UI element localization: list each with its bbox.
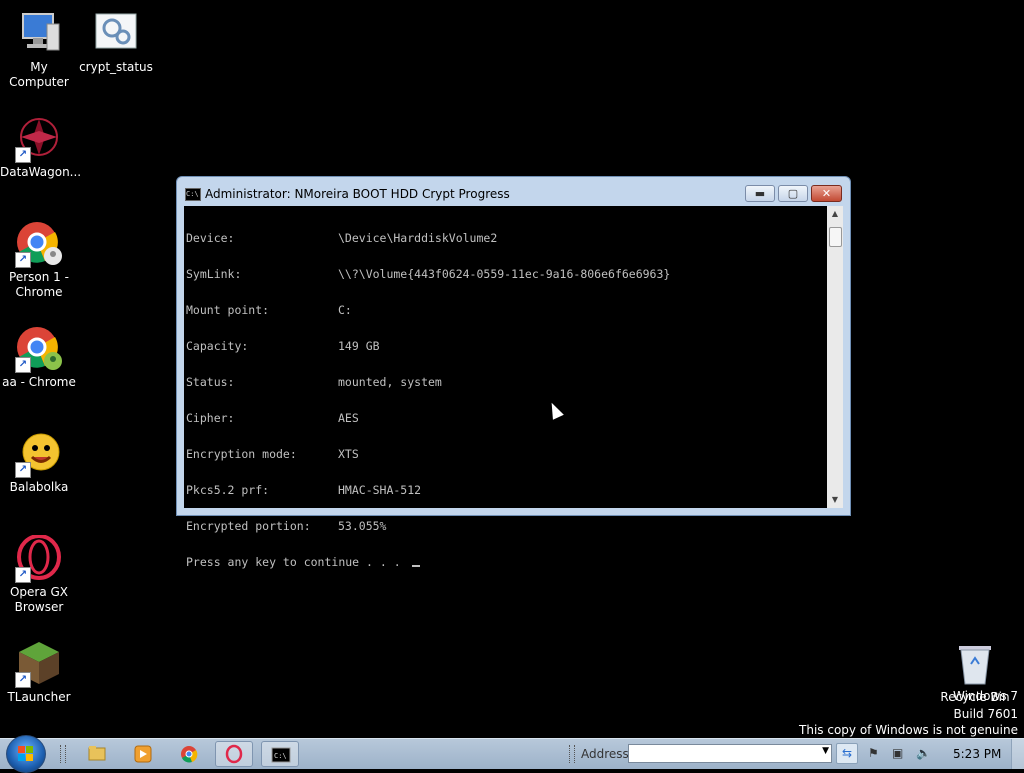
balabolka-icon: ↗ — [15, 430, 63, 478]
console-window: C:\ Administrator: NMoreira BOOT HDD Cry… — [176, 176, 851, 568]
console-prompt: Press any key to continue . . . — [186, 556, 827, 568]
chrome-icon: ↗ — [15, 325, 63, 373]
desktop-icon-label: aa - Chrome — [2, 375, 76, 389]
desktop-icon-aa-chrome[interactable]: ↗ aa - Chrome — [0, 325, 78, 390]
network-icon[interactable]: ▣ — [892, 746, 903, 760]
minimize-button[interactable]: ▬ — [745, 185, 775, 202]
maximize-button[interactable]: ▢ — [778, 185, 808, 202]
desktop-icon-label: Balabolka — [9, 480, 69, 494]
window-title: Administrator: NMoreira BOOT HDD Crypt P… — [205, 187, 510, 201]
scroll-up-arrow-icon[interactable]: ▲ — [827, 206, 843, 222]
address-input[interactable]: ▼ — [628, 744, 832, 763]
shortcut-arrow-icon: ↗ — [15, 357, 31, 373]
taskbar-grip[interactable] — [569, 745, 575, 763]
console-row: Encrypted portion: 53.055% — [186, 519, 387, 533]
shortcut-arrow-icon: ↗ — [15, 462, 31, 478]
svg-text:C:\: C:\ — [274, 752, 287, 760]
desktop-icon-datawagon[interactable]: ↗ DataWagon... — [0, 115, 82, 180]
scroll-down-arrow-icon[interactable]: ▼ — [827, 492, 843, 508]
console-row: Cipher: AES — [186, 411, 359, 425]
taskbar-media-player[interactable] — [124, 741, 162, 767]
clock[interactable]: 5:23 PM — [953, 747, 1001, 761]
watermark-edition: Windows 7 — [952, 689, 1018, 703]
close-icon: ✕ — [821, 187, 832, 200]
taskbar-explorer[interactable] — [77, 741, 115, 767]
shortcut-arrow-icon: ↗ — [15, 567, 31, 583]
address-label: Address — [581, 747, 629, 761]
console-output[interactable]: Device: \Device\HarddiskVolume2 SymLink: \… — [184, 206, 827, 568]
close-button[interactable]: ✕ — [811, 185, 842, 202]
console-row: SymLink: \\?\Volume{443f0624-0559-11ec-9a… — [186, 267, 671, 281]
taskbar-grip[interactable] — [60, 745, 66, 763]
maximize-icon: ▢ — [787, 187, 799, 200]
desktop-icon-label: My Computer — [9, 60, 69, 89]
desktop-icon-crypt-status[interactable]: crypt_status — [77, 10, 155, 75]
opera-gx-icon — [225, 744, 243, 764]
console-row: Capacity: 149 GB — [186, 339, 380, 353]
desktop-icon-label: DataWagon... — [0, 165, 82, 179]
desktop-icon-person1-chrome[interactable]: ↗ Person 1 - Chrome — [0, 220, 78, 300]
taskbar: C:\ Address ▼ ⇆ ⚑ ▣ 🔈 5:23 PM — [0, 735, 1024, 773]
taskbar-chrome[interactable] — [170, 741, 208, 767]
desktop-icon-label: Opera GX Browser — [9, 585, 69, 614]
computer-icon — [15, 10, 63, 58]
cmd-icon: C:\ — [185, 188, 201, 201]
desktop-icon-balabolka[interactable]: ↗ Balabolka — [0, 430, 78, 495]
opera-gx-icon: ↗ — [15, 534, 63, 583]
datawagon-icon: ↗ — [15, 115, 63, 163]
address-go-button[interactable]: ⇆ — [836, 743, 858, 764]
scroll-thumb[interactable] — [829, 227, 842, 247]
window-titlebar[interactable]: C:\ Administrator: NMoreira BOOT HDD Cry… — [177, 177, 850, 207]
action-center-alert-icon[interactable]: ⚑ — [868, 746, 879, 760]
go-arrows-icon: ⇆ — [841, 746, 853, 760]
chrome-icon: ↗ — [15, 220, 63, 268]
shortcut-arrow-icon: ↗ — [15, 672, 31, 688]
chrome-icon — [181, 746, 198, 763]
show-desktop-button[interactable] — [1011, 739, 1024, 769]
taskbar-opera-gx[interactable] — [215, 741, 253, 767]
desktop-icon-label: Person 1 - Chrome — [9, 270, 69, 299]
watermark-genuine-notice: This copy of Windows is not genuine — [799, 723, 1018, 737]
desktop-icon-opera-gx[interactable]: ↗ Opera GX Browser — [0, 534, 78, 615]
desktop-icon-label: crypt_status — [79, 60, 153, 74]
shortcut-arrow-icon: ↗ — [15, 252, 31, 268]
console-row: Device: \Device\HarddiskVolume2 — [186, 231, 498, 245]
media-player-icon — [134, 745, 152, 763]
minecraft-icon: ↗ — [15, 640, 63, 688]
volume-icon[interactable]: 🔈 — [916, 746, 931, 760]
explorer-icon — [88, 746, 106, 761]
start-button[interactable] — [6, 735, 46, 773]
desktop-icon-tlauncher[interactable]: ↗ TLauncher — [0, 640, 78, 705]
console-row: Status: mounted, system — [186, 375, 442, 389]
vertical-scrollbar[interactable]: ▲ ▼ — [827, 206, 843, 508]
settings-file-icon — [92, 10, 140, 58]
console-row: Encryption mode: XTS — [186, 447, 359, 461]
desktop-icon-my-computer[interactable]: My Computer — [0, 10, 78, 90]
console-row: Mount point: C: — [186, 303, 352, 317]
windows-logo-icon — [18, 746, 34, 762]
minimize-icon: ▬ — [754, 187, 766, 200]
console-row: Pkcs5.2 prf: HMAC-SHA-512 — [186, 483, 422, 497]
cmd-icon: C:\ — [271, 747, 291, 763]
desktop-icon-label: TLauncher — [7, 690, 71, 704]
chevron-down-icon[interactable]: ▼ — [822, 746, 829, 756]
taskbar-cmd[interactable]: C:\ — [261, 741, 299, 767]
text-cursor — [411, 565, 420, 567]
recycle-bin-icon — [951, 640, 999, 688]
watermark-build: Build 7601 — [953, 707, 1018, 721]
shortcut-arrow-icon: ↗ — [15, 147, 31, 163]
